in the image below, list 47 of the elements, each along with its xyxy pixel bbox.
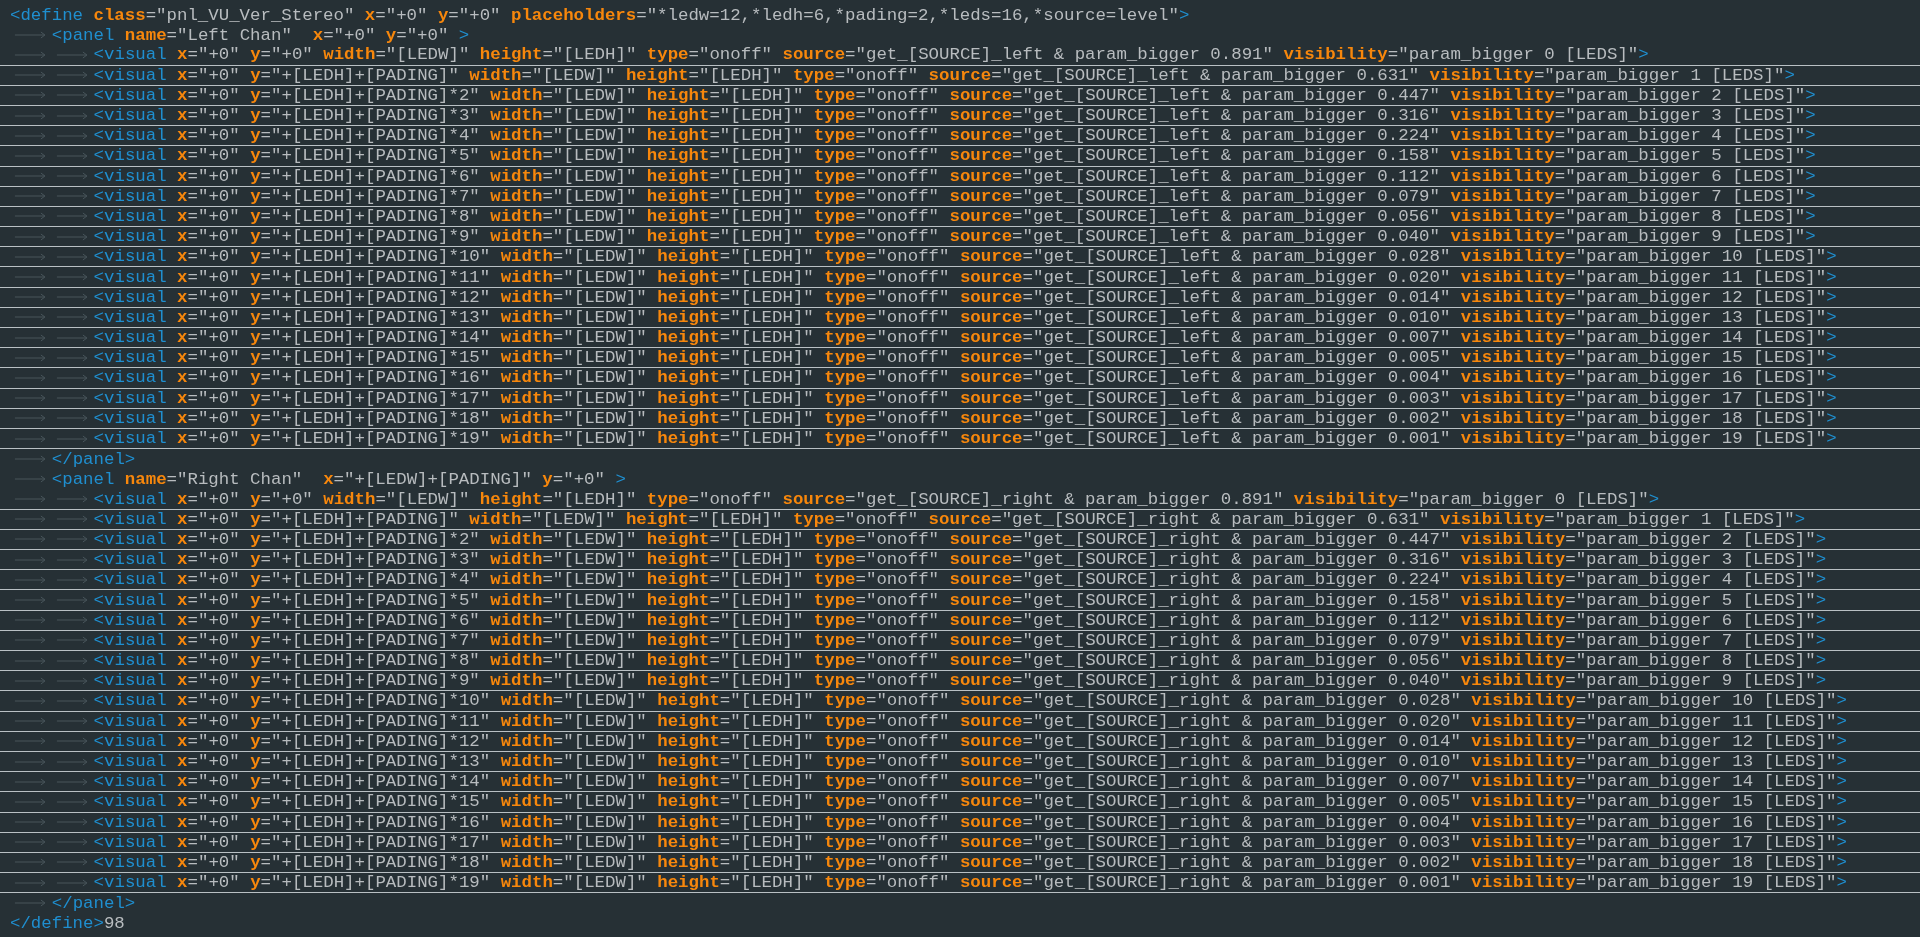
code-line: <panel name="Right Chan" x="+[LEDW]+[PADING]" y="+0" > xyxy=(51,469,626,489)
code-line: <visual x="+0" y="+[LEDH]+[PADING]*12" width="[LEDW]" height="[LEDH]" type="onoff" source="get_[SOURCE]_right & param_bigger 0.014" visibility="param_bigger 12 [LEDS]"> xyxy=(93,731,1847,751)
code-line: <visual x="+0" y="+[LEDH]+[PADING]" width="[LEDW]" height="[LEDH]" type="onoff" source="get_[SOURCE]_left & param_bigger 0.631" visibility="param_bigger 1 [LEDS]"> xyxy=(93,65,1795,85)
code-line: <visual x="+0" y="+[LEDH]+[PADING]*4" width="[LEDW]" height="[LEDH]" type="onoff" source="get_[SOURCE]_right & param_bigger 0.224" visibility="param_bigger 4 [LEDS]"> xyxy=(93,570,1827,590)
code-line: <visual x="+0" y="+[LEDH]+[PADING]*17" width="[LEDW]" height="[LEDH]" type="onoff" source="get_[SOURCE]_right & param_bigger 0.003" visibility="param_bigger 17 [LEDS]"> xyxy=(93,832,1847,852)
code-line: <visual x="+0" y="+[LEDH]+[PADING]*11" width="[LEDW]" height="[LEDH]" type="onoff" source="get_[SOURCE]_left & param_bigger 0.020" visibility="param_bigger 11 [LEDS]"> xyxy=(93,267,1837,287)
code-line: <visual x="+0" y="+[LEDH]+[PADING]*7" width="[LEDW]" height="[LEDH]" type="onoff" source="get_[SOURCE]_right & param_bigger 0.079" visibility="param_bigger 7 [LEDS]"> xyxy=(93,630,1827,650)
code-line: <visual x="+0" y="+[LEDH]+[PADING]*14" width="[LEDW]" height="[LEDH]" type="onoff" source="get_[SOURCE]_right & param_bigger 0.007" visibility="param_bigger 14 [LEDS]"> xyxy=(93,772,1847,792)
code-line: <visual x="+0" y="+0" width="[LEDW]" height="[LEDH]" type="onoff" source="get_[SOURCE]_left & param_bigger 0.891" visibility="param_bigger 0 [LEDS]"> xyxy=(93,45,1649,65)
code-line: <visual x="+0" y="+[LEDH]+[PADING]*7" width="[LEDW]" height="[LEDH]" type="onoff" source="get_[SOURCE]_left & param_bigger 0.079" visibility="param_bigger 7 [LEDS]"> xyxy=(93,186,1816,206)
code-line: <visual x="+0" y="+[LEDH]+[PADING]*19" width="[LEDW]" height="[LEDH]" type="onoff" source="get_[SOURCE]_right & param_bigger 0.001" visibility="param_bigger 19 [LEDS]"> xyxy=(93,873,1847,893)
code-line: <visual x="+0" y="+[LEDH]+[PADING]*16" width="[LEDW]" height="[LEDH]" type="onoff" source="get_[SOURCE]_left & param_bigger 0.004" visibility="param_bigger 16 [LEDS]"> xyxy=(93,368,1837,388)
code-line: <visual x="+0" y="+[LEDH]+[PADING]*5" width="[LEDW]" height="[LEDH]" type="onoff" source="get_[SOURCE]_left & param_bigger 0.158" visibility="param_bigger 5 [LEDS]"> xyxy=(93,146,1816,166)
code-line: <visual x="+0" y="+[LEDH]+[PADING]*2" width="[LEDW]" height="[LEDH]" type="onoff" source="get_[SOURCE]_right & param_bigger 0.447" visibility="param_bigger 2 [LEDS]"> xyxy=(93,529,1827,549)
code-line: <visual x="+0" y="+[LEDH]+[PADING]*8" width="[LEDW]" height="[LEDH]" type="onoff" source="get_[SOURCE]_left & param_bigger 0.056" visibility="param_bigger 8 [LEDS]"> xyxy=(93,206,1816,226)
code-line: <panel name="Left Chan" x="+0" y="+0" > xyxy=(51,25,470,45)
code-line: <visual x="+0" y="+[LEDH]+[PADING]*13" width="[LEDW]" height="[LEDH]" type="onoff" source="get_[SOURCE]_left & param_bigger 0.010" visibility="param_bigger 13 [LEDS]"> xyxy=(93,307,1837,327)
code-line: <visual x="+0" y="+[LEDH]+[PADING]*9" width="[LEDW]" height="[LEDH]" type="onoff" source="get_[SOURCE]_right & param_bigger 0.040" visibility="param_bigger 9 [LEDS]"> xyxy=(93,671,1827,691)
code-line: <visual x="+0" y="+[LEDH]+[PADING]*3" width="[LEDW]" height="[LEDH]" type="onoff" source="get_[SOURCE]_right & param_bigger 0.316" visibility="param_bigger 3 [LEDS]"> xyxy=(93,550,1827,570)
code-line: <visual x="+0" y="+[LEDH]+[PADING]*13" width="[LEDW]" height="[LEDH]" type="onoff" source="get_[SOURCE]_right & param_bigger 0.010" visibility="param_bigger 13 [LEDS]"> xyxy=(93,752,1847,772)
code-line: <visual x="+0" y="+0" width="[LEDW]" height="[LEDH]" type="onoff" source="get_[SOURCE]_right & param_bigger 0.891" visibility="param_bigger 0 [LEDS]"> xyxy=(93,489,1660,509)
code-line: <visual x="+0" y="+[LEDH]+[PADING]*3" width="[LEDW]" height="[LEDH]" type="onoff" source="get_[SOURCE]_left & param_bigger 0.316" visibility="param_bigger 3 [LEDS]"> xyxy=(93,106,1816,126)
code-line: <visual x="+0" y="+[LEDH]+[PADING]*18" width="[LEDW]" height="[LEDH]" type="onoff" source="get_[SOURCE]_right & param_bigger 0.002" visibility="param_bigger 18 [LEDS]"> xyxy=(93,852,1847,872)
code-line: </panel> xyxy=(51,893,136,913)
code-line: <visual x="+0" y="+[LEDH]+[PADING]*8" width="[LEDW]" height="[LEDH]" type="onoff" source="get_[SOURCE]_right & param_bigger 0.056" visibility="param_bigger 8 [LEDS]"> xyxy=(93,651,1827,671)
code-line: <visual x="+0" y="+[LEDH]+[PADING]*18" width="[LEDW]" height="[LEDH]" type="onoff" source="get_[SOURCE]_left & param_bigger 0.002" visibility="param_bigger 18 [LEDS]"> xyxy=(93,408,1837,428)
code-line: <visual x="+0" y="+[LEDH]+[PADING]*15" width="[LEDW]" height="[LEDH]" type="onoff" source="get_[SOURCE]_right & param_bigger 0.005" visibility="param_bigger 15 [LEDS]"> xyxy=(93,792,1847,812)
code-line: <visual x="+0" y="+[LEDH]+[PADING]*12" width="[LEDW]" height="[LEDH]" type="onoff" source="get_[SOURCE]_left & param_bigger 0.014" visibility="param_bigger 12 [LEDS]"> xyxy=(93,287,1837,307)
code-line: <visual x="+0" y="+[LEDH]+[PADING]*2" width="[LEDW]" height="[LEDH]" type="onoff" source="get_[SOURCE]_left & param_bigger 0.447" visibility="param_bigger 2 [LEDS]"> xyxy=(93,85,1816,105)
code-line: <visual x="+0" y="+[LEDH]+[PADING]*15" width="[LEDW]" height="[LEDH]" type="onoff" source="get_[SOURCE]_left & param_bigger 0.005" visibility="param_bigger 15 [LEDS]"> xyxy=(93,348,1837,368)
code-line: </define>98 xyxy=(10,914,125,934)
code-line: <visual x="+0" y="+[LEDH]+[PADING]*16" width="[LEDW]" height="[LEDH]" type="onoff" source="get_[SOURCE]_right & param_bigger 0.004" visibility="param_bigger 16 [LEDS]"> xyxy=(93,812,1847,832)
code-line: <visual x="+0" y="+[LEDH]+[PADING]*11" width="[LEDW]" height="[LEDH]" type="onoff" source="get_[SOURCE]_right & param_bigger 0.020" visibility="param_bigger 11 [LEDS]"> xyxy=(93,711,1847,731)
code-line: <visual x="+0" y="+[LEDH]+[PADING]" width="[LEDW]" height="[LEDH]" type="onoff" source="get_[SOURCE]_right & param_bigger 0.631" visibility="param_bigger 1 [LEDS]"> xyxy=(93,509,1806,529)
code-editor[interactable] xyxy=(0,0,1920,937)
code-line: <visual x="+0" y="+[LEDH]+[PADING]*9" width="[LEDW]" height="[LEDH]" type="onoff" source="get_[SOURCE]_left & param_bigger 0.040" visibility="param_bigger 9 [LEDS]"> xyxy=(93,227,1816,247)
code-line: <visual x="+0" y="+[LEDH]+[PADING]*4" width="[LEDW]" height="[LEDH]" type="onoff" source="get_[SOURCE]_left & param_bigger 0.224" visibility="param_bigger 4 [LEDS]"> xyxy=(93,126,1816,146)
code-line: <visual x="+0" y="+[LEDH]+[PADING]*6" width="[LEDW]" height="[LEDH]" type="onoff" source="get_[SOURCE]_right & param_bigger 0.112" visibility="param_bigger 6 [LEDS]"> xyxy=(93,610,1827,630)
code-line: <visual x="+0" y="+[LEDH]+[PADING]*5" width="[LEDW]" height="[LEDH]" type="onoff" source="get_[SOURCE]_right & param_bigger 0.158" visibility="param_bigger 5 [LEDS]"> xyxy=(93,590,1827,610)
code-line: <visual x="+0" y="+[LEDH]+[PADING]*17" width="[LEDW]" height="[LEDH]" type="onoff" source="get_[SOURCE]_left & param_bigger 0.003" visibility="param_bigger 17 [LEDS]"> xyxy=(93,388,1837,408)
code-line: <visual x="+0" y="+[LEDH]+[PADING]*14" width="[LEDW]" height="[LEDH]" type="onoff" source="get_[SOURCE]_left & param_bigger 0.007" visibility="param_bigger 14 [LEDS]"> xyxy=(93,328,1837,348)
code-line: <define class="pnl_VU_Ver_Stereo" x="+0" y="+0" placeholders="*ledw=12,*ledh=6,*pading=2,*leds=16,*source=level"> xyxy=(10,5,1190,25)
code-line: <visual x="+0" y="+[LEDH]+[PADING]*19" width="[LEDW]" height="[LEDH]" type="onoff" source="get_[SOURCE]_left & param_bigger 0.001" visibility="param_bigger 19 [LEDS]"> xyxy=(93,429,1837,449)
code-line: </panel> xyxy=(51,449,136,469)
code-line: <visual x="+0" y="+[LEDH]+[PADING]*6" width="[LEDW]" height="[LEDH]" type="onoff" source="get_[SOURCE]_left & param_bigger 0.112" visibility="param_bigger 6 [LEDS]"> xyxy=(93,166,1816,186)
code-line: <visual x="+0" y="+[LEDH]+[PADING]*10" width="[LEDW]" height="[LEDH]" type="onoff" source="get_[SOURCE]_left & param_bigger 0.028" visibility="param_bigger 10 [LEDS]"> xyxy=(93,247,1837,267)
code-line: <visual x="+0" y="+[LEDH]+[PADING]*10" width="[LEDW]" height="[LEDH]" type="onoff" source="get_[SOURCE]_right & param_bigger 0.028" visibility="param_bigger 10 [LEDS]"> xyxy=(93,691,1847,711)
